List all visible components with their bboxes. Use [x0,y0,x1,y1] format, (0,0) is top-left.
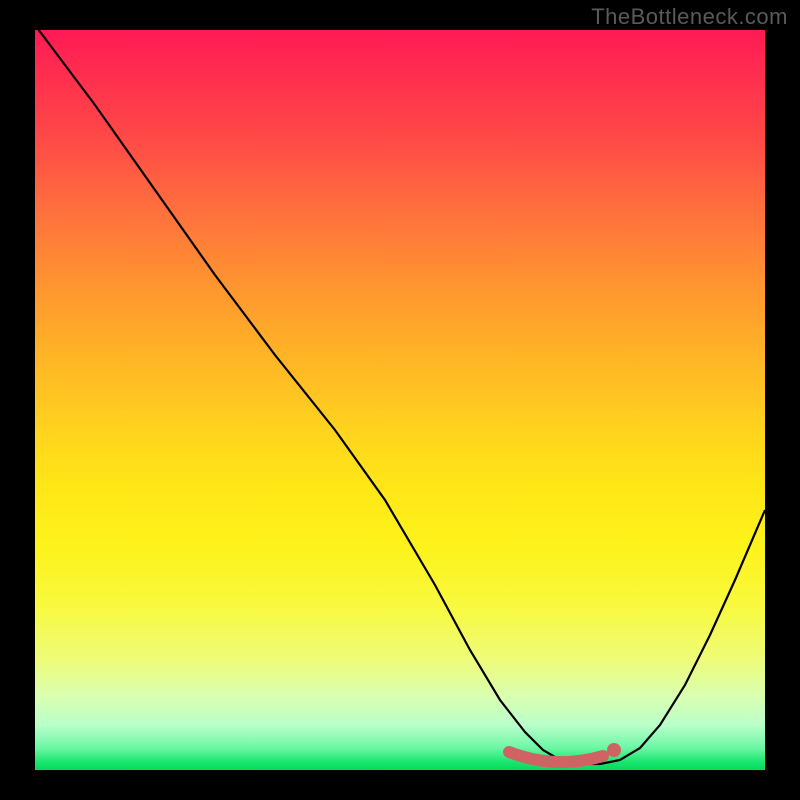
watermark-text: TheBottleneck.com [591,4,788,30]
optimal-range-marker [509,752,603,762]
optimal-range-end-dot [607,743,621,757]
plot-area [35,30,765,770]
chart-frame: TheBottleneck.com [0,0,800,800]
bottleneck-curve-svg [35,30,765,770]
bottleneck-curve-line [35,30,765,764]
